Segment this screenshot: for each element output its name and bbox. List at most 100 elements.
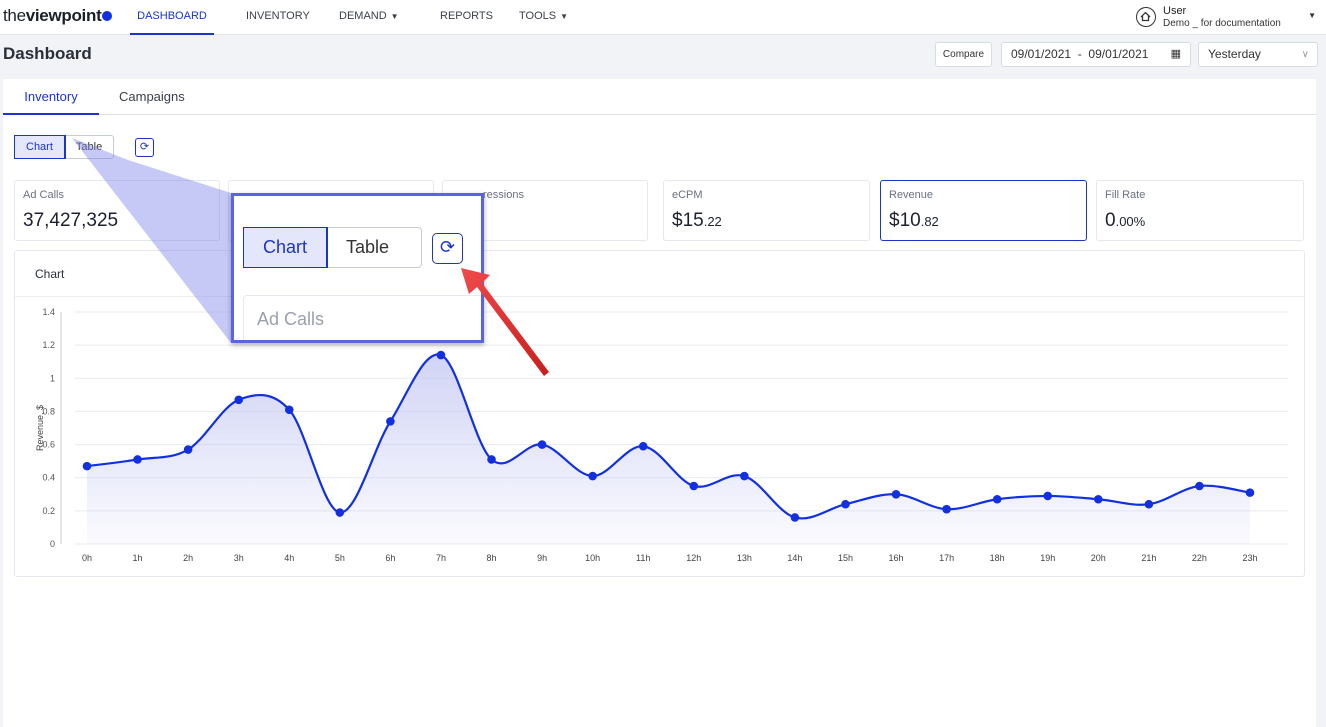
x-tick-label: 21h (1141, 553, 1156, 563)
data-point (284, 405, 294, 415)
content-panel: Inventory Campaigns Chart Table ⟳ Ad Cal… (3, 79, 1316, 727)
tab-campaigns-label: Campaigns (119, 89, 185, 104)
data-point (234, 395, 243, 405)
chevron-down-icon: ▼ (1308, 11, 1316, 20)
kpi-value: 37,427,325 (23, 210, 118, 232)
data-point (1195, 481, 1204, 491)
y-tick-label: 1.4 (42, 307, 55, 317)
nav-inventory[interactable]: INVENTORY (246, 0, 310, 35)
chart-card: Chart 0 0.2 0.4 0.6 0.8 1 1.2 1.4 Revenue, $0h 1h… (14, 250, 1305, 577)
nav-dashboard[interactable]: DASHBOARD (130, 0, 214, 35)
data-point (1144, 499, 1154, 509)
data-point (133, 455, 142, 464)
y-tick-label: 0.2 (42, 506, 55, 516)
kpi-label: ressions (483, 189, 524, 201)
data-point (588, 471, 597, 481)
logo-prefix: the (3, 6, 26, 25)
date-range-value: 09/01/2021 - 09/01/2021 (1011, 47, 1149, 61)
tab-campaigns[interactable]: Campaigns (119, 79, 185, 115)
period-value: Yesterday (1208, 47, 1261, 61)
kpi-label: Ad Calls (23, 189, 64, 201)
kpi-value-cents: .82 (920, 214, 939, 229)
zoom-callout: Chart Table ⟳ Ad Calls (231, 193, 484, 343)
data-point (891, 489, 901, 499)
data-point (689, 481, 699, 491)
nav-demand-label: DEMAND (339, 10, 387, 22)
x-tick-label: 10h (585, 553, 600, 563)
date-range-picker[interactable]: 09/01/2021 - 09/01/2021 ▦ (1001, 42, 1191, 67)
kpi-value-cents: .00% (1115, 214, 1146, 229)
x-tick-label: 20h (1091, 553, 1106, 563)
nav-dashboard-label: DASHBOARD (137, 10, 207, 22)
nav-reports[interactable]: REPORTS (440, 0, 493, 35)
x-tick-label: 19h (1040, 553, 1055, 563)
x-tick-label: 18h (990, 553, 1005, 563)
y-tick-label: 1 (50, 373, 55, 383)
data-point (386, 417, 395, 426)
kpi-value-main: 37,427,325 (23, 210, 119, 231)
calendar-icon: ▦ (1170, 48, 1181, 60)
x-tick-label: 16h (889, 553, 904, 563)
revenue-line-chart: 00.20.40.60.811.21.4Revenue, $0h 1h 2h 3h 4h… (35, 307, 1288, 563)
nav-demand[interactable]: DEMAND ▼ (339, 0, 399, 35)
zoom-refresh-icon: ⟳ (432, 233, 463, 264)
data-point (1245, 488, 1255, 497)
kpi-label: Revenue (889, 189, 934, 201)
data-point (841, 499, 850, 509)
x-tick-label: 4h (284, 553, 294, 563)
tab-bar: Inventory Campaigns (3, 79, 1316, 115)
logo[interactable]: theviewpoint (3, 6, 113, 26)
x-tick-label: 9h (537, 553, 547, 563)
kpi-value: $10.82 (889, 210, 939, 232)
x-tick-label: 5h (335, 553, 345, 563)
compare-button[interactable]: Compare (935, 42, 992, 67)
period-select[interactable]: Yesterday ∨ (1198, 42, 1318, 67)
tab-inventory[interactable]: Inventory (3, 79, 99, 115)
chevron-down-icon: ▼ (390, 12, 399, 21)
kpi-ad-calls[interactable]: Ad Calls 37,427,325 (14, 180, 220, 241)
x-tick-label: 1h (133, 553, 143, 563)
series-area (87, 354, 1250, 544)
tab-inventory-label: Inventory (24, 89, 78, 104)
data-point (335, 508, 345, 517)
data-point (537, 440, 547, 449)
kpi-value-main: $10 (889, 210, 921, 231)
x-tick-label: 22h (1192, 553, 1207, 563)
data-point (992, 494, 1002, 504)
kpi-value-main: 0 (1105, 210, 1116, 231)
chevron-down-icon: ▼ (560, 12, 569, 21)
kpi-revenue[interactable]: Revenue $10.82 (880, 180, 1087, 241)
home-icon (1136, 7, 1156, 27)
chart-toggle[interactable]: Chart (14, 135, 66, 159)
x-tick-label: 17h (939, 553, 954, 563)
nav-reports-label: REPORTS (440, 10, 493, 22)
user-subtitle: Demo _ for documentation (1163, 18, 1281, 29)
kpi-fill-rate[interactable]: Fill Rate 0.00% (1096, 180, 1304, 241)
table-toggle[interactable]: Table (65, 136, 113, 158)
x-tick-label: 15h (838, 553, 853, 563)
kpi-ecpm[interactable]: eCPM $15.22 (663, 180, 870, 241)
view-toggle: Chart Table (14, 135, 115, 159)
kpi-label: eCPM (672, 189, 703, 201)
chevron-down-icon: ∨ (1301, 49, 1309, 60)
user-menu[interactable]: User Demo _ for documentation ▼ (1136, 4, 1316, 32)
kpi-value-cents: .22 (703, 214, 722, 229)
y-axis-label: Revenue, $ (35, 405, 45, 451)
x-tick-label: 7h (436, 553, 446, 563)
x-tick-label: 8h (487, 553, 497, 563)
refresh-icon[interactable]: ⟳ (135, 138, 154, 157)
x-tick-label: 11h (636, 553, 650, 563)
y-tick-label: 1.2 (42, 340, 55, 350)
logo-bold: viewpoint (25, 6, 102, 25)
zoom-chart-toggle: Chart (242, 227, 329, 268)
logo-dot (102, 11, 113, 21)
page-title: Dashboard (3, 44, 92, 63)
data-point (436, 350, 446, 360)
user-name: User (1163, 5, 1187, 17)
y-tick-label: 0 (50, 539, 55, 549)
data-point (183, 445, 193, 454)
nav-tools[interactable]: TOOLS ▼ (519, 0, 568, 35)
data-point (82, 461, 92, 471)
data-point (487, 455, 496, 464)
data-point (942, 504, 951, 514)
